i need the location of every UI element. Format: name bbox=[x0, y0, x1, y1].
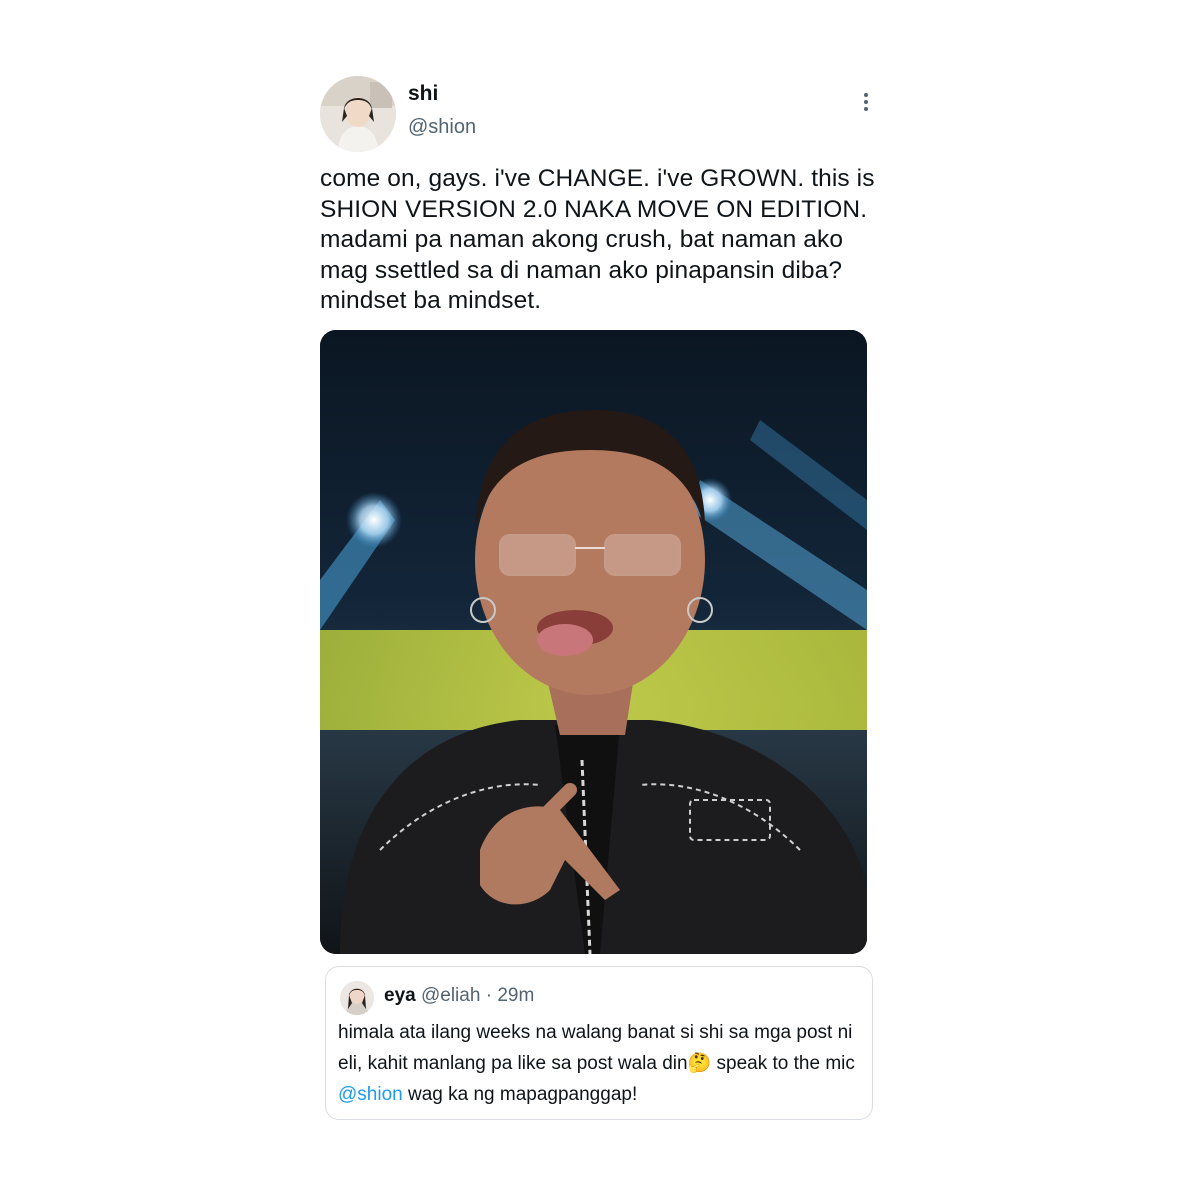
quoted-text-part: himala ata ilang weeks na walang banat s… bbox=[338, 1022, 855, 1074]
quoted-author-handle[interactable]: @eliah bbox=[421, 985, 480, 1006]
more-vertical-icon[interactable] bbox=[854, 90, 878, 114]
author-handle[interactable]: @shion bbox=[408, 116, 476, 139]
mention-link[interactable]: @shion bbox=[338, 1084, 403, 1105]
quoted-tweet-timestamp[interactable]: 29m bbox=[497, 985, 534, 1006]
tweet-media-image[interactable] bbox=[320, 330, 867, 954]
quoted-tweet-text: himala ata ilang weeks na walang banat s… bbox=[338, 1017, 868, 1110]
header-separator: · bbox=[485, 985, 493, 1006]
quoted-tweet-header: eya @eliah · 29m bbox=[384, 985, 534, 1007]
quoted-tweet[interactable]: eya @eliah · 29m himala ata ilang weeks … bbox=[325, 966, 873, 1120]
author-avatar[interactable] bbox=[320, 76, 396, 152]
quoted-author-avatar[interactable] bbox=[340, 981, 374, 1015]
quoted-author-display-name[interactable]: eya bbox=[384, 985, 416, 1006]
tweet-text: come on, gays. i've CHANGE. i've GROWN. … bbox=[320, 165, 882, 314]
author-display-name[interactable]: shi bbox=[408, 82, 438, 106]
quoted-text-part: wag ka ng mapagpanggap! bbox=[402, 1084, 638, 1105]
